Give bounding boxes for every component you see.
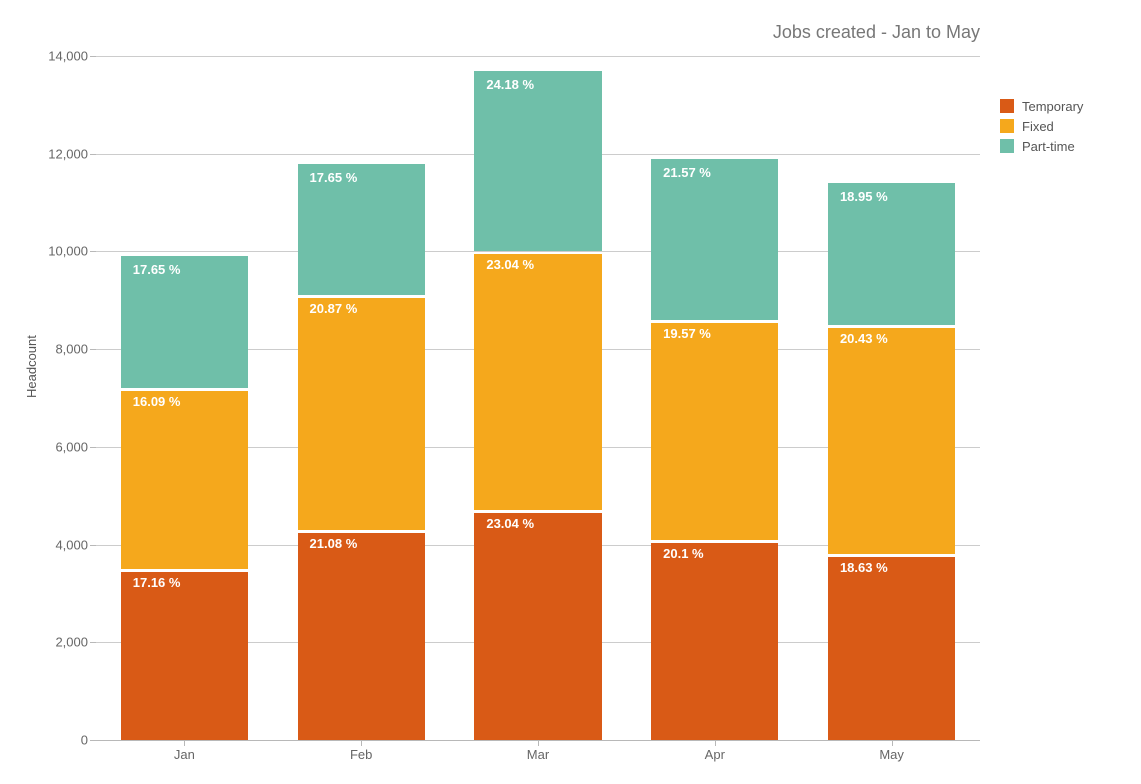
bar-group: 20.1 % 19.57 % 21.57 % (651, 159, 778, 740)
legend-label-fixed: Fixed (1022, 119, 1054, 134)
legend-swatch-fixed (1000, 119, 1014, 133)
x-tick-mark (715, 740, 716, 746)
bar-segment-part-time: 21.57 % (651, 159, 778, 320)
y-tick-mark (90, 154, 96, 155)
y-tick-mark (90, 545, 96, 546)
y-tick-label: 14,000 (36, 49, 88, 64)
bar-segment-label: 19.57 % (663, 326, 711, 341)
bar-segment-fixed: 20.43 % (828, 325, 955, 555)
bar-segment-label: 21.08 % (310, 536, 358, 551)
legend-swatch-temporary (1000, 99, 1014, 113)
x-tick-label: Feb (350, 747, 372, 762)
x-tick-mark (184, 740, 185, 746)
bar-group: 23.04 % 23.04 % 24.18 % (474, 71, 601, 740)
bar-segment-label: 16.09 % (133, 394, 181, 409)
bar-segment-fixed: 20.87 % (298, 295, 425, 530)
bar-segment-label: 18.63 % (840, 560, 888, 575)
bar-segment-fixed: 19.57 % (651, 320, 778, 540)
x-tick-label: Apr (705, 747, 725, 762)
bar-segment-label: 21.57 % (663, 165, 711, 180)
y-tick-label: 6,000 (36, 439, 88, 454)
y-tick-label: 2,000 (36, 635, 88, 650)
bar-segment-label: 17.65 % (133, 262, 181, 277)
x-tick-mark (538, 740, 539, 746)
y-tick-mark (90, 349, 96, 350)
bar-group: 17.16 % 16.09 % 17.65 % (121, 256, 248, 740)
stacked-bar-chart: Jobs created - Jan to May Headcount 02,0… (0, 0, 1141, 784)
bar-segment-fixed: 23.04 % (474, 251, 601, 510)
y-tick-mark (90, 251, 96, 252)
legend-swatch-parttime (1000, 139, 1014, 153)
x-tick-label: Mar (527, 747, 549, 762)
bar-segment-temporary: 18.63 % (828, 554, 955, 740)
bar-segment-label: 23.04 % (486, 516, 534, 531)
bar-segment-label: 23.04 % (486, 257, 534, 272)
legend-item-temporary: Temporary (1000, 96, 1083, 116)
gridline (96, 56, 980, 57)
bar-segment-label: 20.43 % (840, 331, 888, 346)
bar-group: 18.63 % 20.43 % 18.95 % (828, 183, 955, 740)
bar-segment-part-time: 18.95 % (828, 183, 955, 325)
bar-segment-part-time: 17.65 % (121, 256, 248, 388)
bar-segment-part-time: 24.18 % (474, 71, 601, 252)
y-tick-mark (90, 642, 96, 643)
bar-segment-label: 20.1 % (663, 546, 703, 561)
bar-segment-temporary: 20.1 % (651, 540, 778, 740)
bar-segment-label: 17.65 % (310, 170, 358, 185)
legend-item-fixed: Fixed (1000, 116, 1083, 136)
y-tick-mark (90, 447, 96, 448)
bar-segment-label: 18.95 % (840, 189, 888, 204)
bar-segment-label: 20.87 % (310, 301, 358, 316)
bar-segment-part-time: 17.65 % (298, 164, 425, 296)
plot-area: 02,0004,0006,0008,00010,00012,00014,000J… (96, 56, 980, 741)
bar-segment-temporary: 23.04 % (474, 510, 601, 740)
legend: Temporary Fixed Part-time (1000, 96, 1083, 156)
legend-label-parttime: Part-time (1022, 139, 1075, 154)
y-tick-label: 4,000 (36, 537, 88, 552)
bar-segment-temporary: 17.16 % (121, 569, 248, 740)
bar-segment-label: 24.18 % (486, 77, 534, 92)
bar-group: 21.08 % 20.87 % 17.65 % (298, 164, 425, 741)
bar-segment-temporary: 21.08 % (298, 530, 425, 740)
y-tick-label: 12,000 (36, 146, 88, 161)
y-tick-mark (90, 740, 96, 741)
legend-item-parttime: Part-time (1000, 136, 1083, 156)
bar-segment-fixed: 16.09 % (121, 388, 248, 569)
bar-segment-label: 17.16 % (133, 575, 181, 590)
y-tick-label: 10,000 (36, 244, 88, 259)
x-tick-mark (361, 740, 362, 746)
chart-title: Jobs created - Jan to May (0, 22, 980, 43)
legend-label-temporary: Temporary (1022, 99, 1083, 114)
x-tick-label: May (879, 747, 904, 762)
y-tick-mark (90, 56, 96, 57)
x-tick-mark (892, 740, 893, 746)
x-tick-label: Jan (174, 747, 195, 762)
y-tick-label: 0 (36, 733, 88, 748)
y-tick-label: 8,000 (36, 342, 88, 357)
